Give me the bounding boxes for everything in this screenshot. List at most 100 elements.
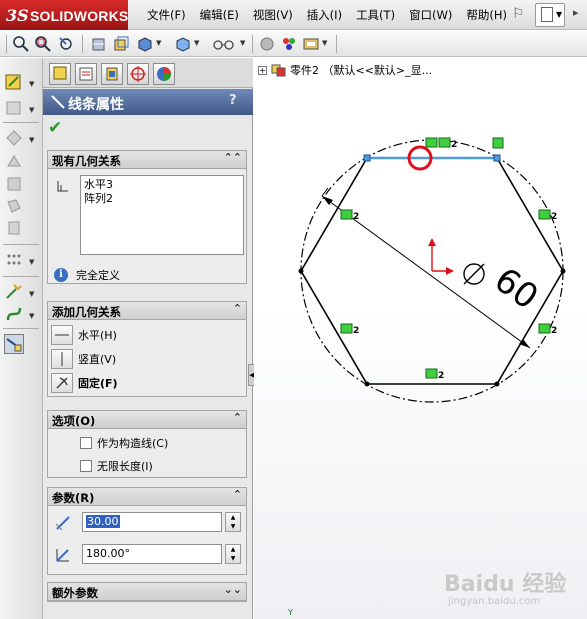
angle-input[interactable]: 180.00° bbox=[82, 544, 222, 564]
display-style-icon[interactable] bbox=[136, 35, 154, 53]
graphics-area[interactable]: + 零件2 （默认<<默认>_显... 60 2 2 2 2 2 2 Y Bai… bbox=[254, 58, 587, 619]
group-header[interactable]: 额外参数 ⌄⌄ bbox=[48, 583, 246, 601]
chevron-up-icon[interactable]: ⌃ bbox=[233, 488, 242, 501]
page-title: 线条属性 bbox=[68, 97, 124, 113]
relation-glyph[interactable]: 2 bbox=[340, 323, 359, 336]
pattern-tool-icon[interactable] bbox=[4, 250, 24, 270]
relation-glyph[interactable]: 2 bbox=[340, 209, 359, 222]
add-vertical-relation[interactable]: 竖直(V) bbox=[51, 348, 245, 370]
infinite-length-checkbox[interactable] bbox=[80, 460, 92, 472]
chevron-down-icon[interactable]: ▼ bbox=[29, 136, 34, 144]
chevron-down-icon[interactable]: ▼ bbox=[29, 290, 34, 298]
relation-glyph[interactable]: 2 bbox=[538, 323, 557, 336]
glasses-icon[interactable] bbox=[212, 35, 238, 53]
chevron-up-icon[interactable]: ⌃ bbox=[233, 302, 242, 315]
status-row: i 完全定义 bbox=[54, 267, 120, 283]
chevron-down-icon[interactable]: ⌄⌄ bbox=[224, 583, 242, 596]
vertex-point[interactable] bbox=[363, 154, 371, 162]
construction-checkbox[interactable] bbox=[80, 437, 92, 449]
infinite-length-checkbox-row[interactable]: 无限长度(I) bbox=[80, 458, 153, 474]
view-orientation-icon[interactable] bbox=[112, 35, 130, 53]
menu-help[interactable]: 帮助(H) bbox=[459, 7, 514, 23]
angle-spinner[interactable]: ▲ ▼ bbox=[225, 544, 241, 564]
menu-window[interactable]: 窗口(W) bbox=[402, 7, 459, 23]
relation-glyph[interactable]: 2 bbox=[425, 368, 444, 381]
sketch-canvas[interactable]: 60 2 2 2 2 2 2 bbox=[254, 58, 587, 619]
vertex-point[interactable] bbox=[364, 381, 370, 387]
add-fix-relation[interactable]: 固定(F) bbox=[51, 372, 245, 394]
edit-appearance-icon[interactable] bbox=[258, 35, 276, 53]
arc-tool-icon[interactable] bbox=[4, 196, 24, 216]
chevron-down-icon[interactable]: ▼ bbox=[194, 39, 199, 47]
zoom-fit-icon[interactable] bbox=[12, 35, 30, 53]
circle-tool-icon[interactable] bbox=[4, 174, 24, 194]
line-tool-icon[interactable] bbox=[4, 128, 24, 148]
menu-edit[interactable]: 编辑(E) bbox=[193, 7, 246, 23]
status-text: 完全定义 bbox=[76, 269, 120, 282]
group-header[interactable]: 选项(O) ⌃ bbox=[48, 411, 246, 429]
length-value: 30.00 bbox=[86, 515, 120, 528]
view-settings-icon[interactable] bbox=[302, 35, 320, 53]
repair-sketch-icon[interactable] bbox=[4, 304, 24, 324]
configuration-manager-tab-icon[interactable] bbox=[101, 63, 123, 85]
chevron-up-icon[interactable]: ⌃ bbox=[233, 411, 242, 424]
brand-name: SOLIDWORKS bbox=[30, 8, 129, 24]
sketch-icon[interactable] bbox=[4, 72, 24, 92]
vertex-point[interactable] bbox=[493, 154, 501, 162]
menu-insert[interactable]: 插入(I) bbox=[300, 7, 349, 23]
construction-checkbox-row[interactable]: 作为构造线(C) bbox=[80, 435, 168, 451]
length-input[interactable]: 30.00 bbox=[82, 512, 222, 532]
solidworks-logo[interactable]: 3S SOLIDWORKS bbox=[0, 0, 128, 30]
vertex-point[interactable] bbox=[298, 268, 304, 274]
hide-show-icon[interactable] bbox=[174, 35, 192, 53]
menu-view[interactable]: 视图(V) bbox=[246, 7, 300, 23]
chevron-down-icon[interactable]: ▼ bbox=[29, 258, 34, 266]
relations-list[interactable]: 水平3 阵列2 bbox=[80, 175, 244, 255]
list-item[interactable]: 阵列2 bbox=[84, 192, 240, 206]
rectangle-tool-icon[interactable] bbox=[4, 152, 24, 172]
menu-file[interactable]: 文件(F) bbox=[140, 7, 193, 23]
previous-view-icon[interactable] bbox=[58, 35, 76, 53]
list-item[interactable]: 水平3 bbox=[84, 178, 240, 192]
zoom-area-icon[interactable] bbox=[34, 35, 52, 53]
chevron-down-icon[interactable]: ▼ bbox=[29, 312, 34, 320]
dimension-value[interactable]: 60 bbox=[487, 260, 546, 318]
svg-text:2: 2 bbox=[451, 140, 457, 150]
chevron-down-icon[interactable]: ▼ bbox=[156, 39, 161, 47]
ok-check-icon[interactable]: ✔ bbox=[48, 118, 62, 138]
length-icon bbox=[54, 514, 72, 532]
feature-manager-tab-icon[interactable] bbox=[49, 63, 71, 85]
watermark: Baidu 经验 bbox=[444, 572, 567, 597]
options-group: 选项(O) ⌃ 作为构造线(C) 无限长度(I) bbox=[47, 410, 247, 478]
chevron-down-icon[interactable]: ▼ bbox=[322, 39, 327, 47]
dimxpert-tab-icon[interactable] bbox=[127, 63, 149, 85]
menu-tools[interactable]: 工具(T) bbox=[349, 7, 402, 23]
property-manager-tab-icon[interactable] bbox=[75, 63, 97, 85]
help-icon[interactable]: ? bbox=[229, 93, 237, 108]
chevron-down-icon[interactable]: ▼ bbox=[29, 80, 34, 88]
more-icon[interactable]: ▸ bbox=[573, 6, 579, 19]
pin-menu-icon[interactable]: ⚐ bbox=[512, 6, 528, 22]
vertex-point[interactable] bbox=[560, 268, 566, 274]
apply-scene-icon[interactable] bbox=[280, 35, 298, 53]
display-manager-tab-icon[interactable] bbox=[153, 63, 175, 85]
group-header[interactable]: 添加几何关系 ⌃ bbox=[48, 302, 246, 320]
smart-dimension-icon[interactable] bbox=[4, 98, 24, 118]
chevron-down-icon[interactable]: ▼ bbox=[240, 39, 245, 47]
quick-snaps-icon[interactable] bbox=[4, 334, 24, 354]
chevron-up-icon[interactable]: ⌃⌃ bbox=[224, 151, 242, 164]
vertex-point[interactable] bbox=[494, 381, 500, 387]
chevron-down-icon[interactable]: ▼ bbox=[29, 106, 34, 114]
length-spinner[interactable]: ▲ ▼ bbox=[225, 512, 241, 532]
relation-glyph[interactable]: 2 bbox=[425, 137, 457, 150]
spline-tool-icon[interactable] bbox=[4, 218, 24, 238]
add-horizontal-relation[interactable]: 水平(H) bbox=[51, 324, 245, 346]
relation-glyph[interactable]: 2 bbox=[538, 209, 557, 222]
group-header[interactable]: 参数(R) ⌃ bbox=[48, 488, 246, 506]
section-view-icon[interactable] bbox=[90, 35, 108, 53]
add-relation-icon[interactable] bbox=[4, 282, 24, 302]
new-document-button[interactable]: ▼ bbox=[535, 3, 565, 27]
group-header[interactable]: 现有几何关系 ⌃⌃ bbox=[48, 151, 246, 169]
fixed-relation-glyph[interactable] bbox=[492, 137, 504, 149]
strip-separator bbox=[3, 328, 39, 329]
